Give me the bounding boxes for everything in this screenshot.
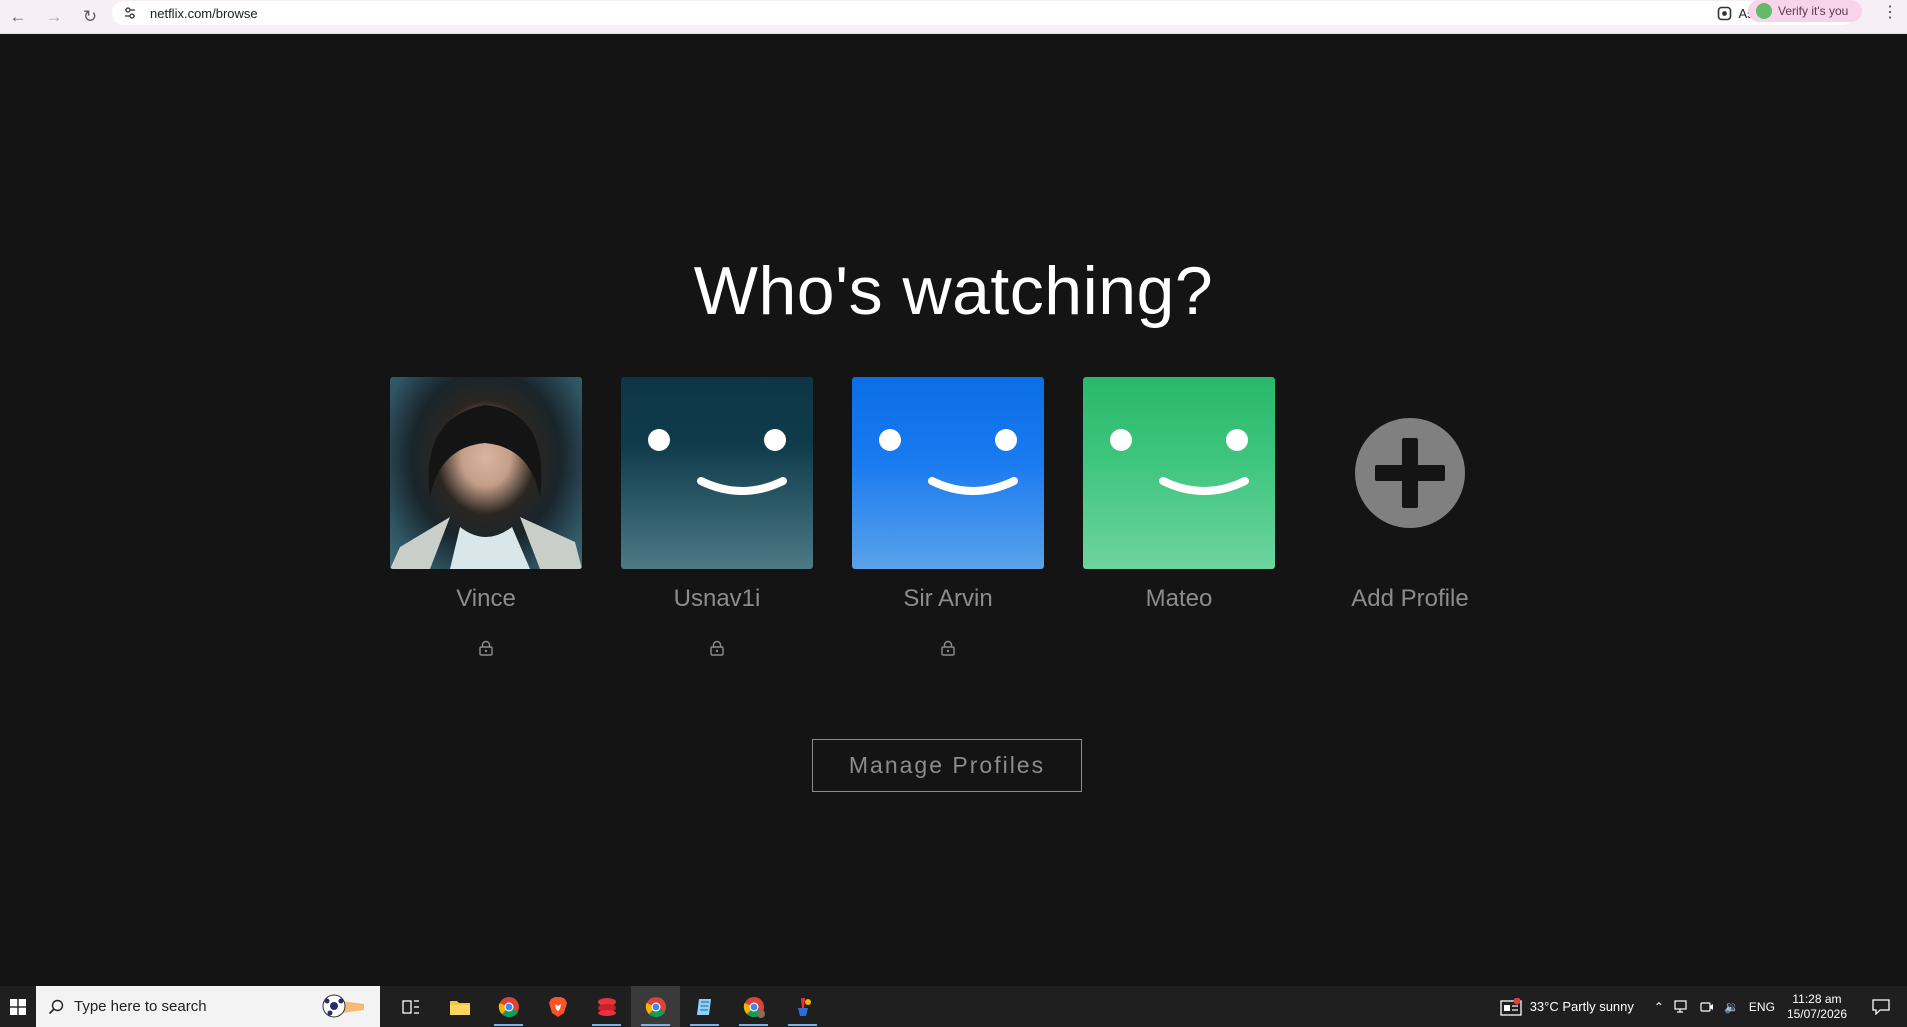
- file-explorer-icon[interactable]: [435, 986, 484, 1027]
- taskbar: Type here to search 33°C Partly sunny ⌃ …: [0, 986, 1907, 1027]
- profile-name: Sir Arvin: [903, 585, 993, 612]
- chrome-icon[interactable]: [484, 986, 533, 1027]
- notification-center-icon[interactable]: [1867, 998, 1895, 1015]
- clock-time: 11:28 am: [1792, 991, 1842, 1006]
- notepad-icon[interactable]: [680, 986, 729, 1027]
- chevron-up-icon[interactable]: ⌃: [1654, 1000, 1664, 1014]
- lens-icon: [1718, 6, 1732, 20]
- volume-icon[interactable]: 🔉: [1724, 1000, 1739, 1014]
- weather-text: 33°C Partly sunny: [1529, 999, 1634, 1014]
- profile-usnav1i[interactable]: Usnav1i: [621, 377, 813, 657]
- back-icon[interactable]: ←: [0, 0, 36, 34]
- forward-icon[interactable]: →: [36, 0, 72, 34]
- chrome-profile-icon[interactable]: [729, 986, 778, 1027]
- plus-icon: [1355, 418, 1465, 528]
- page-title: Who's watching?: [693, 253, 1214, 329]
- app-stack-icon[interactable]: [582, 986, 631, 1027]
- task-view-icon[interactable]: [386, 986, 435, 1027]
- profile-photo-avatar[interactable]: [390, 377, 582, 569]
- profile-name: Usnav1i: [673, 585, 761, 612]
- lock-icon: [479, 639, 493, 657]
- search-icon: [48, 999, 64, 1014]
- url-text[interactable]: netflix.com/browse: [150, 6, 258, 21]
- profile-vince[interactable]: Vince: [390, 377, 582, 657]
- profile-sir-arvin[interactable]: Sir Arvin: [852, 377, 1044, 657]
- browser-toolbar: ← → ↻ netflix.com/browse Ask Google ☆ Ve…: [0, 0, 1907, 34]
- search-placeholder: Type here to search: [74, 998, 207, 1015]
- profile-name: Vince: [456, 585, 516, 612]
- news-weather-icon: [1500, 997, 1522, 1016]
- paint-app-icon[interactable]: [778, 986, 827, 1027]
- meet-now-icon[interactable]: [1700, 1000, 1714, 1014]
- verify-label: Verify it's you: [1778, 4, 1849, 18]
- system-tray: 33°C Partly sunny ⌃ 🔉 ENG 11:28 am 15/07…: [1500, 986, 1907, 1027]
- address-bar[interactable]: netflix.com/browse Ask Google ☆: [112, 1, 1854, 25]
- clock-date: 15/07/2026: [1786, 1006, 1847, 1021]
- windows-start-icon[interactable]: [0, 986, 36, 1027]
- profile-mateo[interactable]: Mateo: [1083, 377, 1275, 657]
- verify-identity-chip[interactable]: Verify it's you: [1748, 0, 1863, 22]
- manage-profiles-button[interactable]: Manage Profiles: [812, 739, 1082, 792]
- profile-name: Mateo: [1145, 585, 1213, 612]
- lock-icon: [941, 639, 955, 657]
- blue-smiley-avatar[interactable]: [852, 377, 1044, 569]
- taskbar-search-input[interactable]: Type here to search: [36, 986, 380, 1027]
- language-indicator[interactable]: ENG: [1749, 1000, 1775, 1014]
- network-icon[interactable]: [1674, 999, 1690, 1014]
- site-settings-icon[interactable]: [116, 6, 144, 20]
- reload-icon[interactable]: ↻: [72, 0, 108, 34]
- teal-smiley-avatar[interactable]: [621, 377, 813, 569]
- green-smiley-avatar[interactable]: [1083, 377, 1275, 569]
- lock-icon: [710, 639, 724, 657]
- profile-list: Vince Usnav1i Sir Arvin Mateo Add Profil…: [390, 377, 1506, 657]
- browser-menu-icon[interactable]: ⋮: [1878, 0, 1902, 24]
- profile-avatar-icon: [1756, 3, 1772, 19]
- weather-widget[interactable]: 33°C Partly sunny: [1500, 997, 1634, 1016]
- brave-icon[interactable]: [533, 986, 582, 1027]
- chrome-active-icon[interactable]: [631, 986, 680, 1027]
- add-profile[interactable]: Add Profile: [1314, 377, 1506, 657]
- add-profile-button[interactable]: [1314, 377, 1506, 569]
- clock[interactable]: 11:28 am 15/07/2026: [1787, 992, 1847, 1022]
- add-profile-label: Add Profile: [1351, 585, 1469, 612]
- soccer-ball-icon: [322, 994, 364, 1018]
